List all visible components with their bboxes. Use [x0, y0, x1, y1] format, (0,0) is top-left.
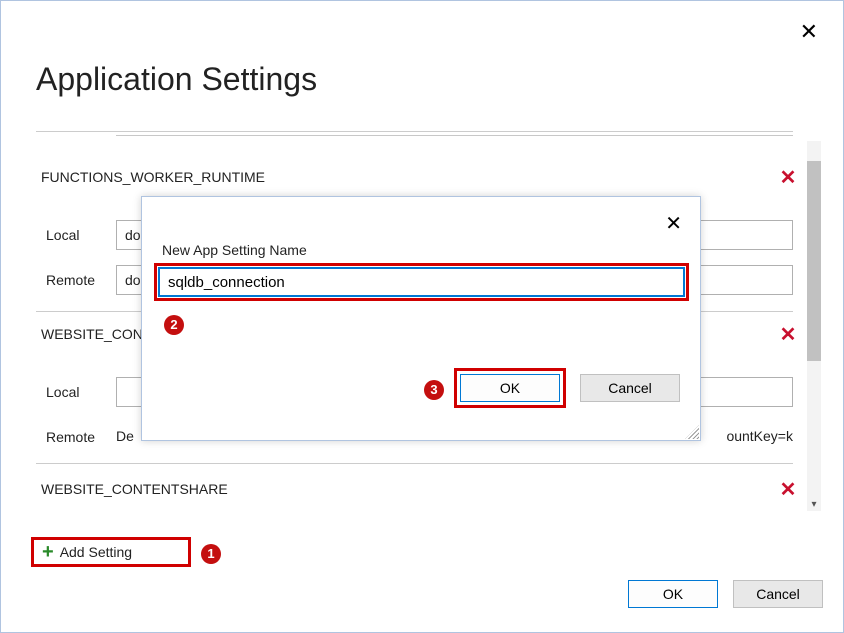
callout-2-icon: 2 — [164, 315, 184, 335]
modal-close-button[interactable]: ✕ — [665, 211, 682, 236]
add-setting-label: Add Setting — [60, 544, 132, 560]
modal-input-highlight — [154, 263, 689, 301]
scroll-down-arrow-icon[interactable]: ▾ — [807, 499, 821, 513]
modal-field-label: New App Setting Name — [162, 242, 307, 258]
main-ok-button[interactable]: OK — [628, 580, 718, 608]
setting-name-website-contentshare: WEBSITE_CONTENTSHARE — [41, 481, 228, 497]
modal-ok-button[interactable]: OK — [460, 374, 560, 402]
setting-divider — [36, 463, 793, 464]
plus-icon: + — [42, 541, 54, 564]
callout-3-icon: 3 — [424, 380, 444, 400]
new-setting-name-input[interactable] — [158, 267, 685, 297]
settings-window: ✕ Application Settings ▴ ▾ FUNCTIONS_WOR… — [0, 0, 844, 633]
delete-setting-button[interactable]: ✕ — [779, 326, 797, 344]
local-label: Local — [46, 227, 79, 243]
remote-value-head: De — [116, 426, 134, 448]
title-divider — [36, 131, 793, 132]
window-close-button[interactable]: ✕ — [800, 21, 818, 43]
page-title: Application Settings — [36, 61, 317, 98]
main-cancel-button[interactable]: Cancel — [733, 580, 823, 608]
scrollbar-thumb[interactable] — [807, 161, 821, 361]
resize-grip-icon[interactable] — [685, 425, 699, 439]
callout-1-icon: 1 — [201, 544, 221, 564]
add-setting-button[interactable]: + Add Setting — [31, 537, 191, 567]
setting-name-functions-worker-runtime: FUNCTIONS_WORKER_RUNTIME — [41, 169, 265, 185]
remote-value-tail: ountKey=k — [726, 426, 793, 448]
setting-name-website-con: WEBSITE_CON — [41, 326, 143, 342]
modal-cancel-button[interactable]: Cancel — [580, 374, 680, 402]
local-label: Local — [46, 384, 79, 400]
new-app-setting-dialog: ✕ New App Setting Name 2 3 OK Cancel — [141, 196, 701, 441]
title-divider-inner — [116, 135, 793, 136]
delete-setting-button[interactable]: ✕ — [779, 169, 797, 187]
remote-label: Remote — [46, 429, 95, 445]
remote-label: Remote — [46, 272, 95, 288]
delete-setting-button[interactable]: ✕ — [779, 481, 797, 499]
modal-ok-highlight: OK — [454, 368, 566, 408]
